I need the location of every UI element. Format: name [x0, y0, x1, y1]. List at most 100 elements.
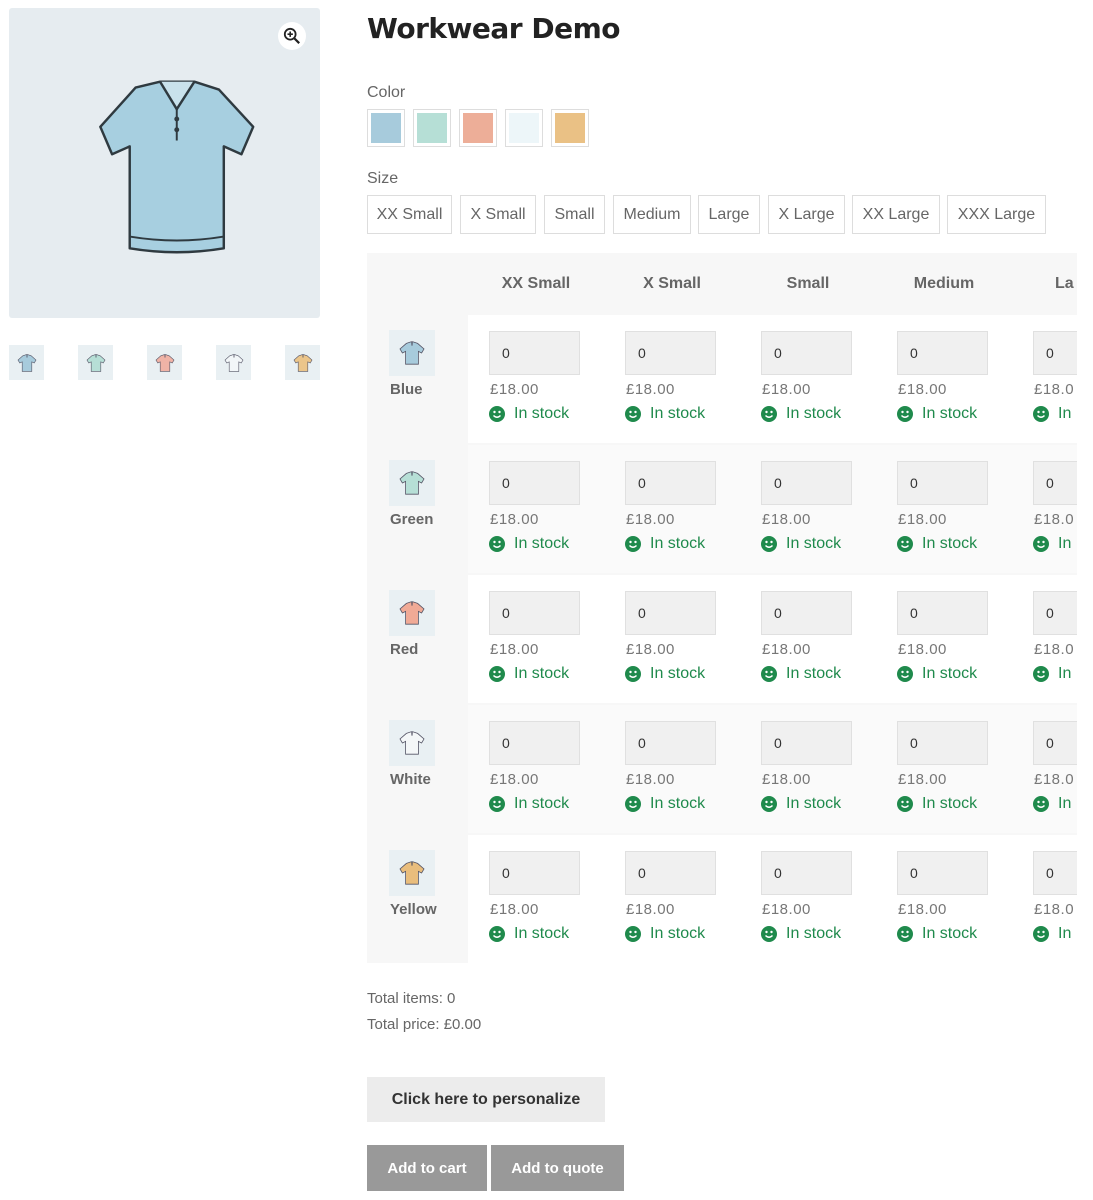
row-variation-thumbnail	[389, 460, 435, 506]
variation-price: £18.00	[762, 511, 811, 528]
add-to-cart-button[interactable]: Add to cart	[367, 1145, 487, 1191]
smiley-icon	[761, 406, 777, 422]
quantity-input[interactable]: 0	[625, 331, 716, 375]
quantity-input[interactable]: 0	[897, 591, 988, 635]
variation-price: £18.00	[490, 381, 539, 398]
row-color-label: Blue	[390, 381, 423, 398]
stock-status: In stock	[761, 925, 841, 943]
zoom-in-icon[interactable]	[278, 22, 306, 50]
quantity-input[interactable]: 0	[761, 721, 852, 765]
matrix-cell: 0 £18.00 In stock	[489, 851, 619, 961]
variation-price: £18.0	[1034, 771, 1075, 788]
size-option[interactable]: Small	[544, 195, 605, 234]
matrix-column-header: Medium	[913, 275, 975, 292]
matrix-cell: 0 £18.00 In stock	[761, 721, 891, 831]
row-color-label: White	[390, 771, 431, 788]
gallery-thumbnails	[9, 345, 320, 381]
matrix-cell: 0 £18.00 In stock	[761, 591, 891, 701]
variation-price: £18.00	[898, 901, 947, 918]
quantity-input[interactable]: 0	[761, 331, 852, 375]
quantity-input[interactable]: 0	[489, 461, 580, 505]
quantity-input[interactable]: 0	[1033, 331, 1077, 375]
matrix-cell: 0 £18.0 In	[1033, 461, 1077, 571]
color-swatch-green[interactable]	[413, 109, 451, 147]
quantity-input[interactable]: 0	[1033, 461, 1077, 505]
quantity-input[interactable]: 0	[897, 721, 988, 765]
matrix-cell: 0 £18.00 In stock	[897, 591, 1027, 701]
variation-price: £18.00	[626, 641, 675, 658]
gallery-thumbnail[interactable]	[285, 345, 320, 380]
stock-status: In	[1033, 405, 1071, 423]
matrix-cell: 0 £18.00 In stock	[625, 851, 755, 961]
gallery-thumbnail[interactable]	[216, 345, 251, 380]
size-option[interactable]: XX Small	[367, 195, 452, 234]
color-label: Color	[367, 84, 406, 101]
color-swatch-blue[interactable]	[367, 109, 405, 147]
smiley-icon	[489, 536, 505, 552]
variation-price: £18.00	[762, 771, 811, 788]
quantity-input[interactable]: 0	[489, 331, 580, 375]
gallery-thumbnail[interactable]	[9, 345, 44, 380]
matrix-cell: 0 £18.00 In stock	[489, 591, 619, 701]
smiley-icon	[761, 536, 777, 552]
quantity-input[interactable]: 0	[489, 851, 580, 895]
stock-status: In stock	[897, 665, 977, 683]
size-option[interactable]: XXX Large	[947, 195, 1046, 234]
quantity-input[interactable]: 0	[897, 331, 988, 375]
smiley-icon	[625, 926, 641, 942]
variation-price: £18.00	[626, 381, 675, 398]
size-option[interactable]: X Small	[460, 195, 536, 234]
quantity-input[interactable]: 0	[1033, 721, 1077, 765]
variation-price: £18.0	[1034, 511, 1075, 528]
gallery-thumbnail[interactable]	[147, 345, 182, 380]
quantity-input[interactable]: 0	[625, 461, 716, 505]
main-product-image[interactable]	[9, 8, 320, 318]
row-color-label: Green	[390, 511, 434, 528]
variation-price: £18.0	[1034, 381, 1075, 398]
matrix-cell: 0 £18.0 In	[1033, 591, 1077, 701]
variation-price: £18.00	[490, 901, 539, 918]
quantity-input[interactable]: 0	[625, 721, 716, 765]
smiley-icon	[761, 926, 777, 942]
variation-price: £18.00	[762, 641, 811, 658]
size-option[interactable]: Large	[698, 195, 760, 234]
quantity-input[interactable]: 0	[897, 851, 988, 895]
smiley-icon	[489, 796, 505, 812]
quantity-input[interactable]: 0	[761, 591, 852, 635]
quantity-input[interactable]: 0	[761, 851, 852, 895]
smiley-icon	[1033, 406, 1049, 422]
smiley-icon	[1033, 796, 1049, 812]
matrix-cell: 0 £18.00 In stock	[489, 721, 619, 831]
variation-price: £18.00	[490, 641, 539, 658]
product-title: Workwear Demo	[367, 12, 621, 45]
variation-price: £18.0	[1034, 901, 1075, 918]
matrix-cell: 0 £18.00 In stock	[761, 331, 891, 441]
stock-status: In	[1033, 665, 1071, 683]
stock-status: In stock	[897, 925, 977, 943]
quantity-input[interactable]: 0	[489, 721, 580, 765]
quantity-input[interactable]: 0	[625, 591, 716, 635]
matrix-cell: 0 £18.00 In stock	[625, 331, 755, 441]
quantity-input[interactable]: 0	[1033, 591, 1077, 635]
variation-price: £18.00	[626, 511, 675, 528]
size-option[interactable]: Medium	[613, 195, 691, 234]
smiley-icon	[489, 406, 505, 422]
quantity-input[interactable]: 0	[1033, 851, 1077, 895]
quantity-input[interactable]: 0	[625, 851, 716, 895]
matrix-column-header: La	[1055, 275, 1074, 292]
color-swatch-white[interactable]	[505, 109, 543, 147]
size-option[interactable]: X Large	[768, 195, 845, 234]
color-swatch-red[interactable]	[459, 109, 497, 147]
smiley-icon	[1033, 926, 1049, 942]
size-option[interactable]: XX Large	[852, 195, 940, 234]
gallery-thumbnail[interactable]	[78, 345, 113, 380]
quantity-input[interactable]: 0	[897, 461, 988, 505]
polo-shirt-image	[99, 80, 255, 254]
variation-price: £18.00	[626, 901, 675, 918]
color-swatch-yellow[interactable]	[551, 109, 589, 147]
personalize-button[interactable]: Click here to personalize	[367, 1077, 605, 1122]
quantity-input[interactable]: 0	[489, 591, 580, 635]
add-to-quote-button[interactable]: Add to quote	[491, 1145, 624, 1191]
quantity-input[interactable]: 0	[761, 461, 852, 505]
smiley-icon	[761, 796, 777, 812]
